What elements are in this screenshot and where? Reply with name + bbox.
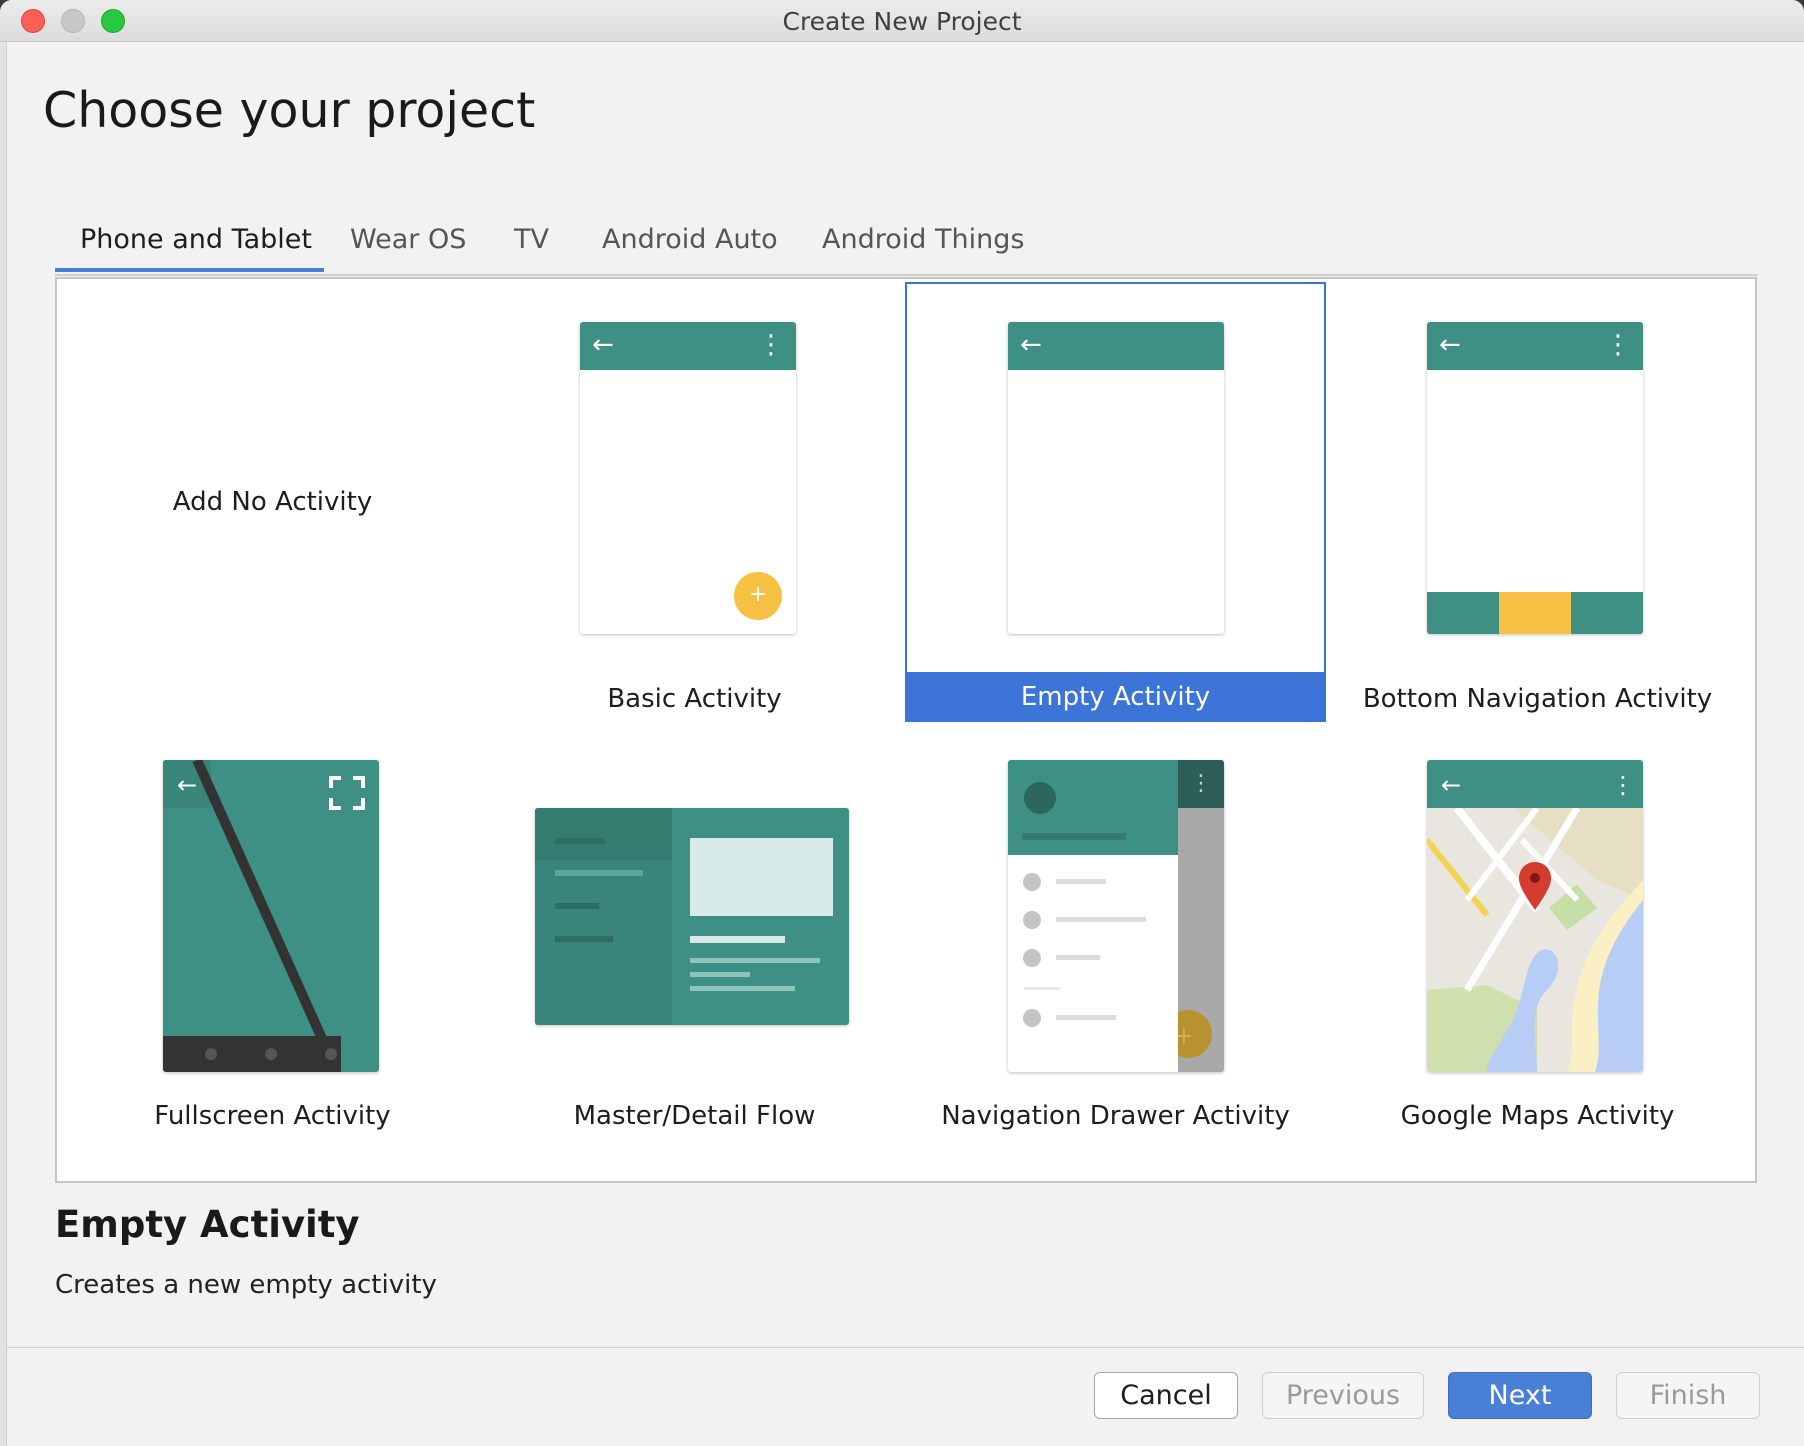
template-navigation-drawer-activity[interactable]: ⋮ + Navigation Drawer Activity [905,722,1326,1182]
master-detail-thumbnail [535,808,849,1025]
cancel-button[interactable]: Cancel [1094,1372,1238,1419]
template-google-maps-activity[interactable]: ← ⋮ Google Maps Activity [1327,722,1748,1182]
template-fullscreen-activity[interactable]: ← Fullscreen Activity [62,722,483,1182]
arrow-left-icon: ← [1439,330,1461,360]
tab-android-things[interactable]: Android Things [822,224,1024,272]
arrow-left-icon: ← [1441,771,1461,799]
template-label: Basic Activity [607,684,782,714]
fullscreen-activity-thumbnail: ← [163,760,379,1072]
create-new-project-window: Create New Project Choose your project P… [0,0,1804,1446]
basic-activity-thumbnail: ← ⋮ + [580,322,796,634]
map-illustration: ← ⋮ [1427,760,1643,1072]
vertical-dots-icon: ⋮ [1605,330,1631,360]
plus-icon: + [734,572,782,620]
selected-nav-item [1499,592,1571,634]
template-basic-activity[interactable]: ← ⋮ + Basic Activity [484,282,905,722]
title-bar: Create New Project [0,0,1804,42]
template-description-title: Empty Activity [55,1203,360,1246]
footer-divider [6,1347,1804,1348]
template-label: Fullscreen Activity [154,1101,391,1131]
form-factor-tabs: Phone and Tablet Wear OS TV Android Auto… [55,220,1758,276]
google-maps-thumbnail: ← ⋮ [1427,760,1643,1072]
arrow-left-icon: ← [592,330,614,360]
app-bar: ← ⋮ [1427,322,1643,370]
template-empty-activity[interactable]: ← Empty Activity [905,282,1326,722]
window-title: Create New Project [782,7,1022,36]
arrow-left-icon: ← [1020,330,1042,360]
next-button[interactable]: Next [1448,1372,1592,1419]
vertical-dots-icon: ⋮ [1611,771,1635,799]
template-description-text: Creates a new empty activity [55,1270,437,1300]
vertical-dots-icon: ⋮ [1190,771,1212,796]
previous-button[interactable]: Previous [1262,1372,1424,1419]
arrow-left-icon: ← [177,771,197,799]
navigation-drawer-illustration: ⋮ + [1008,760,1224,1072]
navigation-drawer-thumbnail: ⋮ + [1008,760,1224,1072]
tab-android-auto[interactable]: Android Auto [602,224,778,272]
template-gallery: Add No Activity ← ⋮ + Basic Activity ← E… [55,277,1757,1183]
template-label: Add No Activity [172,487,373,517]
tab-tv[interactable]: TV [514,224,549,272]
master-detail-illustration [535,808,849,1025]
active-tab-indicator [55,268,324,272]
vertical-dots-icon: ⋮ [758,330,784,360]
app-bar: ← ⋮ [580,322,796,370]
empty-activity-thumbnail: ← [1008,322,1224,634]
template-label: Bottom Navigation Activity [1362,684,1713,714]
bottom-navigation-bar [1427,592,1643,634]
template-add-no-activity[interactable]: Add No Activity [62,282,483,722]
template-label: Navigation Drawer Activity [941,1101,1290,1131]
template-master-detail-flow[interactable]: Master/Detail Flow [484,722,905,1182]
tab-wear-os[interactable]: Wear OS [350,224,466,272]
page-title: Choose your project [43,82,536,139]
window-edge [0,42,7,1446]
template-label: Master/Detail Flow [573,1101,816,1131]
app-bar: ← [1008,322,1224,370]
template-bottom-navigation-activity[interactable]: ← ⋮ Bottom Navigation Activity [1327,282,1748,722]
template-label: Empty Activity [907,672,1324,722]
finish-button[interactable]: Finish [1616,1372,1760,1419]
fullscreen-illustration: ← [163,760,379,1072]
template-label: Google Maps Activity [1400,1101,1675,1131]
tab-phone-and-tablet[interactable]: Phone and Tablet [80,224,312,272]
bottom-navigation-thumbnail: ← ⋮ [1427,322,1643,634]
